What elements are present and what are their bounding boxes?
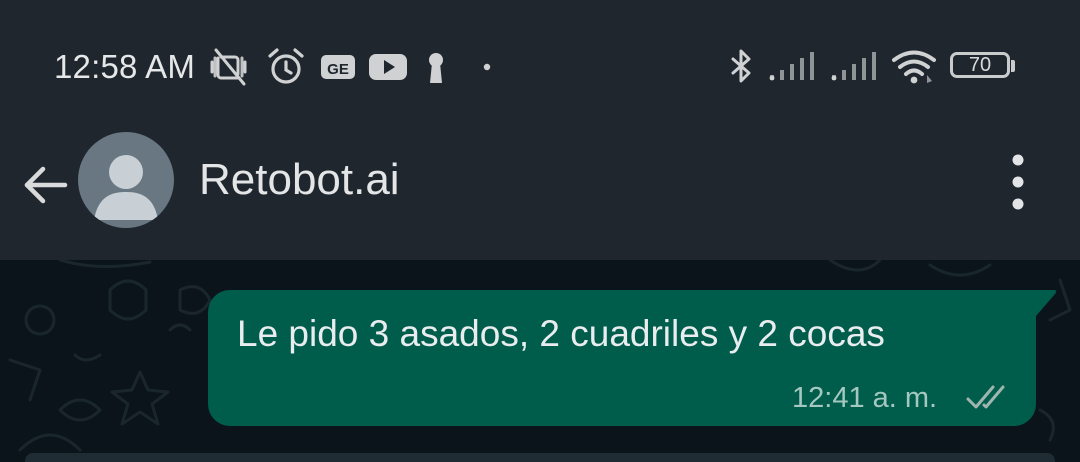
- battery-tip: [1011, 60, 1015, 72]
- svg-text:GE: GE: [327, 61, 349, 78]
- keyhole-icon: [429, 53, 443, 83]
- message-text: Le pido 3 asados, 2 cuadriles y 2 cocas: [237, 313, 885, 354]
- contact-name[interactable]: Retobot.ai: [199, 154, 400, 206]
- more-vert-icon[interactable]: [994, 152, 1042, 212]
- chat-area[interactable]: Le pido 3 asados, 2 cuadriles y 2 cocas …: [0, 260, 1080, 462]
- outgoing-message-bubble[interactable]: Le pido 3 asados, 2 cuadriles y 2 cocas …: [208, 290, 1036, 426]
- chat-header: Retobot.ai: [0, 130, 1080, 260]
- ge-app-icon: GE: [321, 55, 355, 79]
- bluetooth-icon: [731, 49, 751, 83]
- whatsapp-chat-screen: 12:58 AM GE 70 Retobot.ai Le pido 3 asad…: [0, 0, 1080, 462]
- arrow-back-icon[interactable]: [18, 157, 74, 213]
- signal-sim1-icon: [769, 52, 814, 81]
- youtube-icon: [369, 54, 407, 80]
- bubble-tail: [1020, 290, 1057, 316]
- status-time: 12:58 AM: [54, 48, 196, 85]
- message-time: 12:41 a. m.: [792, 382, 938, 414]
- vibrate-off-icon: [210, 48, 247, 86]
- alarm-icon: [268, 48, 304, 84]
- battery-icon: 70: [950, 52, 1015, 82]
- default-person-icon: [94, 155, 158, 220]
- battery-level: 70: [968, 54, 992, 76]
- status-bar: 12:58 AM GE 70: [0, 0, 1080, 130]
- next-message-edge: [25, 453, 1055, 462]
- signal-sim2-icon: [831, 52, 876, 81]
- avatar[interactable]: [78, 132, 174, 228]
- wifi-icon: [892, 50, 936, 84]
- double-check-icon: [966, 385, 1005, 409]
- dot-icon: [483, 63, 491, 71]
